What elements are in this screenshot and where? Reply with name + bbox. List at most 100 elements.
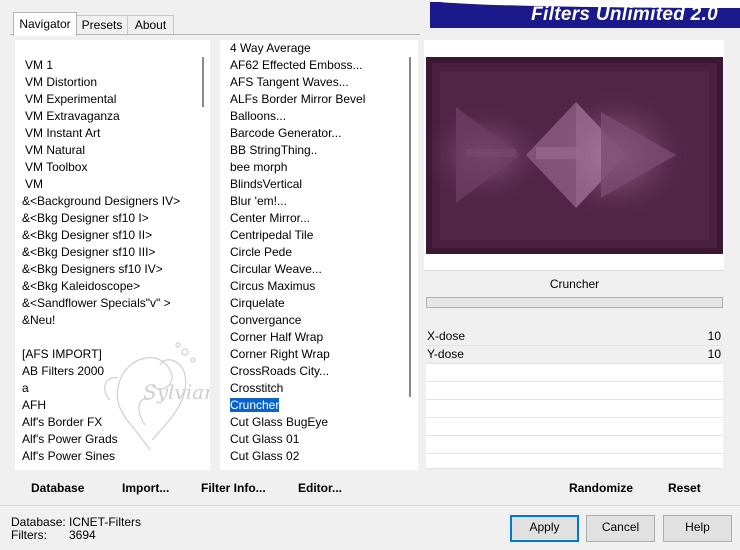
tab-presets[interactable]: Presets: [75, 15, 129, 35]
filter-item[interactable]: Center Mirror...: [230, 210, 310, 227]
filter-item[interactable]: Blur 'em!...: [230, 193, 287, 210]
category-item[interactable]: VM Natural: [25, 142, 85, 159]
param-row-empty: [426, 454, 723, 469]
filter-item[interactable]: ALFs Border Mirror Bevel: [230, 91, 365, 108]
preview-separator: [424, 270, 724, 271]
import-button[interactable]: Import...: [122, 480, 169, 497]
category-item[interactable]: &<Bkg Kaleidoscope>: [22, 278, 140, 295]
param-row-y-dose[interactable]: Y-dose 10: [426, 346, 723, 364]
filter-item-label: Circus Maximus: [230, 279, 316, 293]
param-row-empty: [426, 436, 723, 454]
category-item[interactable]: &<Bkg Designer sf10 III>: [22, 244, 155, 261]
filter-item[interactable]: Circle Pede: [230, 244, 292, 261]
parameter-slider[interactable]: [426, 297, 723, 308]
filter-item[interactable]: Corner Half Wrap: [230, 329, 323, 346]
filter-item[interactable]: 4 Way Average: [230, 40, 311, 57]
category-item[interactable]: &<Sandflower Specials"v" >: [22, 295, 171, 312]
category-item[interactable]: a: [22, 380, 29, 397]
tab-navigator[interactable]: Navigator: [13, 12, 77, 36]
cancel-button[interactable]: Cancel: [586, 515, 655, 542]
filter-item[interactable]: BlindsVertical: [230, 176, 302, 193]
filter-item[interactable]: bee morph: [230, 159, 287, 176]
filter-item-label: bee morph: [230, 160, 288, 174]
filter-item[interactable]: Cut Glass 02: [230, 448, 299, 465]
filter-item[interactable]: Balloons...: [230, 108, 286, 125]
filter-item-label: Circle Pede: [230, 245, 293, 259]
category-item[interactable]: VM 1: [25, 57, 53, 74]
param-row-x-dose[interactable]: X-dose 10: [426, 328, 723, 346]
category-item[interactable]: VM Extravaganza: [25, 108, 120, 125]
param-row-empty: [426, 382, 723, 400]
category-item[interactable]: &Neu!: [22, 312, 55, 329]
filter-item-label: ALFs Border Mirror Bevel: [230, 92, 366, 106]
apply-button[interactable]: Apply: [510, 515, 579, 542]
filter-item-label: Crosstitch: [230, 381, 284, 395]
watermark-signature: Sylvian: [143, 380, 210, 404]
editor-button[interactable]: Editor...: [298, 480, 342, 497]
filter-item-label: 4 Way Average: [230, 41, 311, 55]
filter-scrollbar-thumb[interactable]: [409, 57, 411, 397]
database-button[interactable]: Database: [31, 480, 84, 497]
status-filters-label: Filters:: [11, 528, 47, 542]
filter-item[interactable]: Circular Weave...: [230, 261, 322, 278]
filter-item-label: Cut Glass 01: [230, 432, 300, 446]
filter-item-label: BB StringThing..: [230, 143, 318, 157]
filter-item[interactable]: AFS Tangent Waves...: [230, 74, 349, 91]
category-item[interactable]: &<Bkg Designer sf10 I>: [22, 210, 149, 227]
bottom-divider: [0, 505, 740, 506]
filter-item[interactable]: Crosstitch: [230, 380, 283, 397]
filter-item-label: Center Mirror...: [230, 211, 311, 225]
filter-item[interactable]: Convergance: [230, 312, 301, 329]
category-list[interactable]: VM 1 VM Distortion VM Experimental VM Extra…: [15, 40, 210, 470]
filter-item-selected[interactable]: Cruncher: [228, 397, 281, 414]
category-item[interactable]: AFH: [22, 397, 46, 414]
filter-item[interactable]: Cirquelate: [230, 295, 285, 312]
category-item[interactable]: VM Distortion: [25, 74, 97, 91]
filter-item[interactable]: CrossRoads City...: [230, 363, 329, 380]
category-item[interactable]: VM Toolbox: [25, 159, 87, 176]
filter-item[interactable]: BB StringThing..: [230, 142, 317, 159]
status-filters-value: 3694: [69, 528, 96, 542]
category-item[interactable]: &<Bkg Designer sf10 II>: [22, 227, 152, 244]
status-database-label: Database:: [11, 515, 66, 529]
category-item[interactable]: &<Bkg Designers sf10 IV>: [22, 261, 163, 278]
filter-item-label: Blur 'em!...: [230, 194, 287, 208]
filter-item-label: CrossRoads City...: [230, 364, 330, 378]
reset-button[interactable]: Reset: [668, 480, 701, 497]
filter-item[interactable]: Circus Maximus: [230, 278, 315, 295]
param-row-empty: [426, 418, 723, 436]
filter-info-button[interactable]: Filter Info...: [201, 480, 266, 497]
filter-item-label: Balloons...: [230, 109, 287, 123]
filter-list[interactable]: 4 Way Average AF62 Effected Emboss... AFS …: [220, 40, 418, 470]
filter-item-label: Convergance: [230, 313, 302, 327]
filter-item-label: Cut Glass 02: [230, 449, 300, 463]
category-item[interactable]: &<Background Designers IV>: [22, 193, 180, 210]
app-title: Filters Unlimited 2.0: [531, 4, 718, 25]
category-item[interactable]: VM Instant Art: [25, 125, 100, 142]
filter-item-label: Centripedal Tile: [230, 228, 314, 242]
filter-item[interactable]: AF62 Effected Emboss...: [230, 57, 363, 74]
param-value: 10: [707, 347, 721, 361]
filter-item-label: AFS Tangent Waves...: [230, 75, 349, 89]
filter-item[interactable]: Cut Glass BugEye: [230, 414, 328, 431]
help-button[interactable]: Help: [663, 515, 732, 542]
category-scrollbar-thumb[interactable]: [202, 57, 204, 107]
filter-item[interactable]: Cut Glass 01: [230, 431, 299, 448]
filter-item-label: Corner Half Wrap: [230, 330, 324, 344]
filter-item-label: BlindsVertical: [230, 177, 303, 191]
filter-item-label: Cut Glass BugEye: [230, 415, 329, 429]
filter-item[interactable]: Corner Right Wrap: [230, 346, 330, 363]
filter-item-label: Cruncher: [228, 397, 281, 413]
filter-item-label: AF62 Effected Emboss...: [230, 58, 363, 72]
randomize-button[interactable]: Randomize: [569, 480, 633, 497]
filter-item[interactable]: Centripedal Tile: [230, 227, 313, 244]
filter-item[interactable]: Barcode Generator...: [230, 125, 341, 142]
status-database-value: ICNET-Filters: [69, 515, 141, 529]
filter-item-label: Circular Weave...: [230, 262, 322, 276]
category-item[interactable]: VM Experimental: [25, 91, 116, 108]
category-item[interactable]: VM: [25, 176, 43, 193]
param-label: X-dose: [427, 329, 466, 343]
selected-filter-name: Cruncher: [549, 277, 600, 291]
filter-item-label: Cirquelate: [230, 296, 285, 310]
tab-about[interactable]: About: [127, 15, 174, 35]
